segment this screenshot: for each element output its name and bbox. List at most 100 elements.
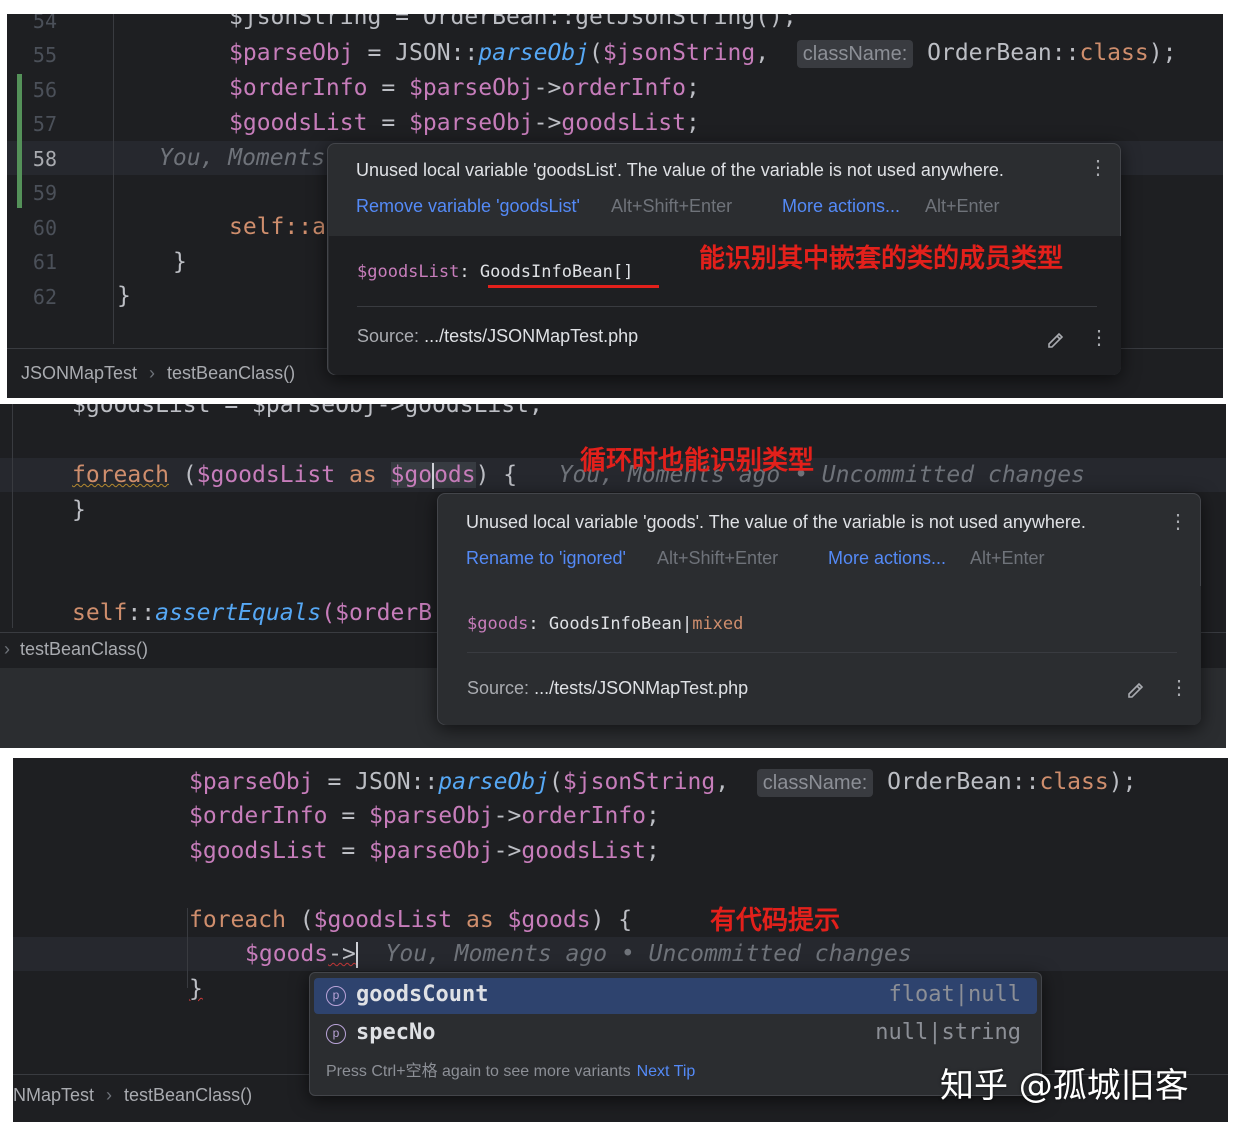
completion-item[interactable]: p goodsCount float|null (314, 978, 1037, 1014)
code-line-60[interactable]: self::a (229, 210, 326, 244)
more-options-icon[interactable]: ⋮ (1089, 328, 1103, 348)
code-semicolon: ; (686, 110, 700, 136)
source-path[interactable]: .../tests/JSONMapTest.php (534, 678, 748, 698)
chevron-right-icon: › (106, 1085, 112, 1105)
property-icon: p (326, 1024, 346, 1044)
code-line-foreach[interactable]: foreach ($goodsList as $goods) { (189, 903, 632, 937)
annotation-text: 能识别其中嵌套的类的成员类型 (699, 238, 1063, 275)
code-comma: , (755, 40, 769, 66)
quick-fix-action[interactable]: Remove variable 'goodsList' (356, 196, 580, 217)
code-arrow: -> (494, 838, 522, 864)
quick-fix-action[interactable]: Rename to 'ignored' (466, 548, 626, 569)
type-colon: : (528, 614, 548, 634)
code-line-62[interactable]: } (117, 279, 131, 313)
breadcrumb: ›testBeanClass() (4, 639, 148, 660)
code-variable: $goodsList (189, 838, 327, 864)
code-variable: $parseObj (409, 75, 534, 101)
breadcrumb-method[interactable]: testBeanClass() (124, 1085, 252, 1105)
code-keyword: as (335, 462, 390, 488)
quick-fix-shortcut: Alt+Shift+Enter (611, 196, 732, 217)
code-completion-popup: p goodsCount float|null p specNo null|st… (309, 972, 1042, 1096)
watermark: 知乎 @孤城旧客 (940, 1058, 1189, 1107)
edit-pencil-icon[interactable] (1045, 330, 1067, 352)
code-variable-part: ods (434, 462, 476, 488)
completion-item-name: specNo (356, 1020, 435, 1045)
annotation-underline (488, 285, 659, 288)
indent-guide (113, 14, 114, 344)
inspection-message: Unused local variable 'goodsList'. The v… (356, 160, 1004, 181)
indent-guide (187, 908, 188, 988)
code-line-foreach[interactable]: foreach ($goodsList as $goods) { You, Mo… (72, 458, 1085, 492)
code-line-orderinfo[interactable]: $orderInfo = $parseObj->orderInfo; (189, 799, 660, 833)
divider (357, 306, 1097, 307)
line-number: 57 (7, 107, 57, 141)
line-number: 62 (7, 280, 57, 314)
completion-item[interactable]: p specNo null|string (314, 1016, 1037, 1052)
type-value[interactable]: GoodsInfoBean[] (480, 262, 634, 282)
code-sep: :: (411, 769, 439, 795)
code-line-goodslist[interactable]: $goodsList = $parseObj->goodsList; (189, 834, 660, 868)
source-path[interactable]: .../tests/JSONMapTest.php (424, 326, 638, 346)
code-line-close[interactable]: } (72, 493, 86, 527)
code-keyword: class (1079, 40, 1148, 66)
code-property: goodsList (521, 838, 646, 864)
breadcrumb-method[interactable]: testBeanClass() (20, 639, 148, 659)
code-variable: $goods (245, 941, 328, 967)
next-tip-link[interactable]: Next Tip (637, 1063, 696, 1080)
code-args: ($orderB (321, 600, 432, 626)
code-function: parseObj (478, 40, 589, 66)
line-number: 54 (7, 14, 57, 38)
code-variable-part: $go (391, 462, 433, 488)
code-variable: $goodsList (197, 462, 335, 488)
code-line-54[interactable]: $jsonString = OrderBean::getJsonString()… (229, 14, 797, 34)
code-text: $jsonString = OrderBean::getJsonString()… (229, 14, 797, 30)
code-line-57[interactable]: $goodsList = $parseObj->goodsList; (229, 106, 700, 140)
code-paren: ( (549, 769, 563, 795)
breadcrumb: JSONMapTest›testBeanClass() (21, 363, 295, 384)
line-number: 61 (7, 245, 57, 279)
code-class: OrderBean (887, 769, 1012, 795)
code-line-top[interactable]: $goodsList = $parseObj->goodsList; (72, 404, 543, 422)
code-variable: $parseObj (369, 803, 494, 829)
indent-guide (12, 404, 13, 628)
more-options-icon[interactable]: ⋮ (1169, 678, 1183, 698)
code-comma: , (715, 769, 729, 795)
code-line-assert[interactable]: self::assertEquals($orderB (72, 596, 432, 630)
line-number: 55 (7, 38, 57, 72)
code-line-61[interactable]: } (173, 245, 187, 279)
code-sep: :: (1052, 40, 1080, 66)
code-line-56[interactable]: $orderInfo = $parseObj->orderInfo; (229, 71, 700, 105)
code-variable: $parseObj (229, 40, 354, 66)
code-variable: $orderInfo (229, 75, 367, 101)
breadcrumb-method[interactable]: testBeanClass() (167, 363, 295, 383)
code-line-parseobj[interactable]: $parseObj = JSON::parseObj($jsonString, … (189, 765, 1136, 799)
code-arrow: -> (534, 75, 562, 101)
code-paren: ); (1109, 769, 1137, 795)
more-options-icon[interactable]: ⋮ (1168, 512, 1182, 532)
code-text: self::a (229, 214, 326, 240)
quick-fix-shortcut: Alt+Shift+Enter (657, 548, 778, 569)
breadcrumb-file[interactable]: JSONMapTest (21, 363, 137, 383)
code-class: self (72, 600, 127, 626)
code-line-close[interactable]: } (189, 972, 203, 1006)
source-label: Source: (357, 326, 419, 346)
code-variable: $goodsList (314, 907, 452, 933)
annotation-text: 有代码提示 (710, 900, 840, 937)
type-colon: : (459, 262, 479, 282)
completion-footer-text: Press Ctrl+空格 again to see more variants (326, 1063, 631, 1080)
breadcrumb-file[interactable]: NMapTest (13, 1085, 94, 1105)
edit-pencil-icon[interactable] (1125, 680, 1147, 702)
code-sep: :: (1012, 769, 1040, 795)
code-variable: $goods (391, 462, 476, 488)
more-actions-link[interactable]: More actions... (782, 196, 900, 217)
code-operator: = (327, 838, 369, 864)
code-line-goods-arrow[interactable]: $goods-> You, Moments ago • Uncommitted … (245, 937, 912, 971)
more-actions-link[interactable]: More actions... (828, 548, 946, 569)
type-value[interactable]: GoodsInfoBean| (549, 614, 692, 634)
code-line-55[interactable]: $parseObj = JSON::parseObj($jsonString, … (229, 36, 1176, 70)
more-options-icon[interactable]: ⋮ (1088, 158, 1102, 178)
type-mixed: mixed (692, 614, 743, 634)
code-semicolon: ; (646, 803, 660, 829)
divider (467, 652, 1177, 653)
parameter-hint: className: (797, 40, 913, 68)
